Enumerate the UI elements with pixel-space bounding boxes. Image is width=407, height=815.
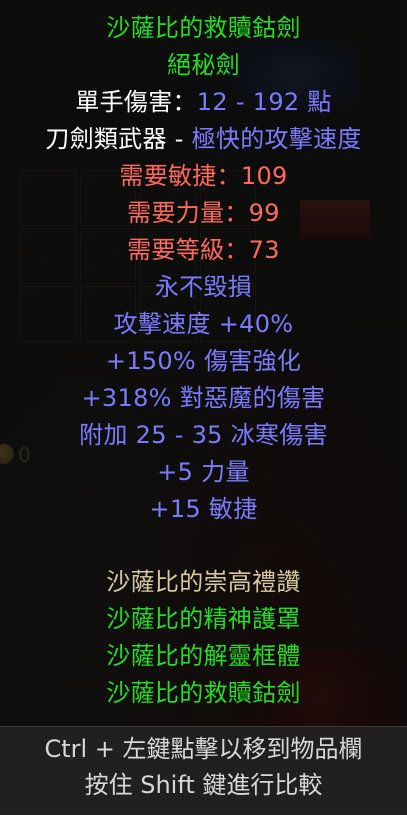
requirement-dexterity: 需要敏捷：109 (119, 162, 288, 190)
item-mod: 攻擊速度 +40% (113, 310, 294, 338)
item-tooltip: 沙薩比的救贖鈷劍 絕秘劍 單手傷害：12 - 192 點 刀劍類武器 - 極快的… (0, 0, 407, 815)
set-item: 沙薩比的解靈框體 (106, 642, 301, 670)
item-name: 沙薩比的救贖鈷劍 (106, 14, 301, 42)
item-mod: 附加 25 - 35 冰寒傷害 (79, 421, 328, 449)
item-mod: +15 敏捷 (149, 495, 258, 523)
hint-shift-compare: 按住 Shift 鍵進行比較 (84, 771, 323, 799)
item-base-type: 絕秘劍 (167, 51, 240, 79)
weapon-class-line: 刀劍類武器 - 極快的攻擊速度 (0, 121, 407, 158)
attack-speed-class: 極快的攻擊速度 (191, 125, 362, 153)
requirement-strength: 需要力量：99 (127, 199, 280, 227)
tooltip-hint-footer: Ctrl + 左鍵點擊以移到物品欄 按住 Shift 鍵進行比較 (0, 726, 407, 815)
set-name: 沙薩比的崇高禮讚 (106, 568, 301, 596)
damage-line: 單手傷害：12 - 192 點 (0, 84, 407, 121)
damage-label: 單手傷害： (75, 88, 197, 116)
damage-value: 12 - 192 點 (196, 88, 332, 116)
hint-ctrl-click: Ctrl + 左鍵點擊以移到物品欄 (44, 735, 363, 763)
set-item: 沙薩比的救贖鈷劍 (106, 679, 301, 707)
weapon-class: 刀劍類武器 - (45, 125, 192, 153)
requirement-level: 需要等級：73 (127, 236, 280, 264)
item-mod: 永不毀損 (154, 273, 253, 301)
item-mod: +318% 對惡魔的傷害 (81, 384, 326, 412)
item-mod: +150% 傷害強化 (105, 347, 302, 375)
item-mod: +5 力量 (157, 458, 250, 486)
set-item: 沙薩比的精神護罩 (106, 605, 301, 633)
